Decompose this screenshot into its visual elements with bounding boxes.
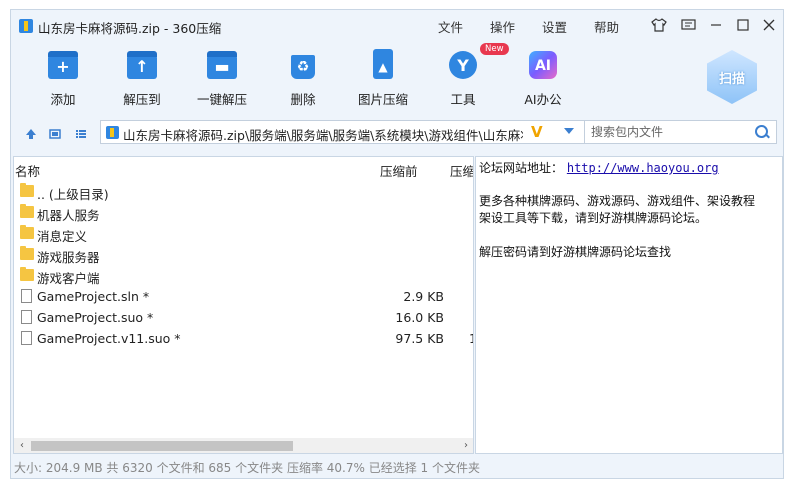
path-bar[interactable]: 山东房卡麻将源码.zip\服务端\服务端\服务端\系统模块\游戏组件\山东麻将 … <box>100 120 590 144</box>
item-compressed-size: 1 <box>469 331 473 346</box>
archive-path-icon <box>106 126 119 139</box>
extract-to-label: 解压到 <box>123 92 161 107</box>
one-click-extract-icon: ▬ <box>206 49 238 79</box>
list-item[interactable]: GameProject.suo * 16.0 KB <box>14 307 473 328</box>
search-input[interactable] <box>591 125 751 139</box>
skin-shirt-icon[interactable] <box>650 16 668 34</box>
file-icon <box>21 310 32 324</box>
item-name: 游戏服务器 <box>37 250 100 265</box>
image-compress-icon: ▲ <box>367 49 399 79</box>
item-size: 16.0 KB <box>395 310 444 325</box>
new-badge: New <box>480 43 509 55</box>
extract-to-button[interactable]: ↑ 解压到 <box>107 46 177 107</box>
website-label: 论坛网站地址： <box>479 161 564 175</box>
comment-line-more: 更多各种棋牌源码、游戏源码、游戏组件、架设教程 <box>479 194 756 208</box>
path-dropdown-icon[interactable] <box>564 128 574 134</box>
search-icon[interactable] <box>755 125 769 139</box>
ai-office-icon: AI <box>527 49 559 79</box>
website-link[interactable]: http://www.haoyou.org <box>567 161 719 175</box>
item-name: 游戏客户端 <box>37 271 100 286</box>
tools-button[interactable]: Y 工具 <box>428 46 498 107</box>
folder-icon <box>20 267 34 281</box>
menu-help[interactable]: 帮助 <box>594 17 619 36</box>
horizontal-scrollbar[interactable]: ‹ › <box>14 438 473 453</box>
thumbnail-view-icon[interactable] <box>46 125 64 143</box>
menu-file[interactable]: 文件 <box>438 17 463 36</box>
scroll-right-icon[interactable]: › <box>459 439 473 453</box>
add-label: 添加 <box>50 92 76 107</box>
search-box[interactable] <box>584 120 777 144</box>
folder-icon <box>20 225 34 239</box>
list-item[interactable]: 游戏服务器 <box>14 244 473 265</box>
item-name: GameProject.sln * <box>37 289 150 304</box>
archive-comment-pane: 论坛网站地址： http://www.haoyou.org 更多各种棋牌源码、游… <box>475 156 783 454</box>
title-bar: 山东房卡麻将源码.zip - 360压缩 文件 操作 设置 帮助 <box>11 10 785 42</box>
status-bar: 大小: 204.9 MB 共 6320 个文件和 685 个文件夹 压缩率 40… <box>14 461 480 475</box>
folder-icon <box>20 246 34 260</box>
list-item[interactable]: GameProject.sln * 2.9 KB <box>14 286 473 307</box>
feedback-icon[interactable] <box>679 16 697 34</box>
maximize-icon[interactable] <box>734 16 752 34</box>
scan-button[interactable]: 扫描 <box>707 50 757 104</box>
list-view-icon[interactable] <box>72 125 90 143</box>
file-icon <box>21 289 32 303</box>
image-compress-button[interactable]: ▲ 图片压缩 <box>348 46 418 107</box>
item-size: 97.5 KB <box>395 331 444 346</box>
item-name: .. (上级目录) <box>37 187 109 202</box>
tools-icon: Y <box>447 49 479 79</box>
file-icon <box>21 331 32 345</box>
extract-to-icon: ↑ <box>126 49 158 79</box>
item-size: 2.9 KB <box>403 289 444 304</box>
delete-icon: ♻ <box>287 49 319 79</box>
comment-line-website: 论坛网站地址： http://www.haoyou.org <box>479 159 719 176</box>
list-item[interactable]: GameProject.v11.suo * 97.5 KB 1 <box>14 328 473 349</box>
ai-office-button[interactable]: AI AI办公 <box>508 46 578 107</box>
item-name: 消息定义 <box>37 229 88 244</box>
scroll-left-icon[interactable]: ‹ <box>15 439 29 453</box>
list-item[interactable]: 消息定义 <box>14 223 473 244</box>
scrollbar-thumb[interactable] <box>31 441 293 451</box>
add-button[interactable]: + 添加 <box>28 46 98 107</box>
tools-label: 工具 <box>450 92 476 107</box>
up-arrow-icon[interactable] <box>22 125 40 143</box>
delete-button[interactable]: ♻ 删除 <box>268 46 338 107</box>
list-item[interactable]: 机器人服务 <box>14 202 473 223</box>
scan-label: 扫描 <box>718 72 745 87</box>
folder-icon <box>20 183 34 197</box>
folder-icon <box>20 204 34 218</box>
comment-line-password: 解压密码请到好游棋牌源码论坛查找 <box>479 245 672 259</box>
add-icon: + <box>47 49 79 79</box>
item-name: GameProject.v11.suo * <box>37 331 181 346</box>
menu-settings[interactable]: 设置 <box>542 17 567 36</box>
column-original-size[interactable]: 压缩前 <box>380 161 418 180</box>
delete-label: 删除 <box>290 92 316 107</box>
comment-line-download: 架设工具等下载，请到好游棋牌源码论坛。 <box>479 211 708 225</box>
one-click-extract-label: 一键解压 <box>196 92 247 107</box>
archive-app-icon <box>19 19 33 33</box>
path-text: 山东房卡麻将源码.zip\服务端\服务端\服务端\系统模块\游戏组件\山东麻将 … <box>123 128 523 143</box>
window-title: 山东房卡麻将源码.zip - 360压缩 <box>38 21 222 36</box>
list-item[interactable]: 游戏客户端 <box>14 265 473 286</box>
ai-office-label: AI办公 <box>524 92 562 107</box>
item-name: 机器人服务 <box>37 208 100 223</box>
file-list[interactable]: 名称 压缩前 压缩 .. (上级目录) 机器人服务 消息定义 游戏服务器 游戏客… <box>13 156 474 454</box>
list-item[interactable]: .. (上级目录) <box>14 181 473 202</box>
image-compress-label: 图片压缩 <box>357 92 408 107</box>
v-logo-icon: V <box>531 123 543 141</box>
minimize-icon[interactable] <box>707 16 725 34</box>
menu-operation[interactable]: 操作 <box>490 17 515 36</box>
column-name[interactable]: 名称 <box>15 161 40 180</box>
one-click-extract-button[interactable]: ▬ 一键解压 <box>187 46 257 107</box>
app-window: 山东房卡麻将源码.zip - 360压缩 文件 操作 设置 帮助 + 添加 ↑ … <box>10 9 784 479</box>
item-name: GameProject.suo * <box>37 310 154 325</box>
column-compressed-size[interactable]: 压缩 <box>450 161 473 180</box>
close-icon[interactable] <box>760 16 778 34</box>
